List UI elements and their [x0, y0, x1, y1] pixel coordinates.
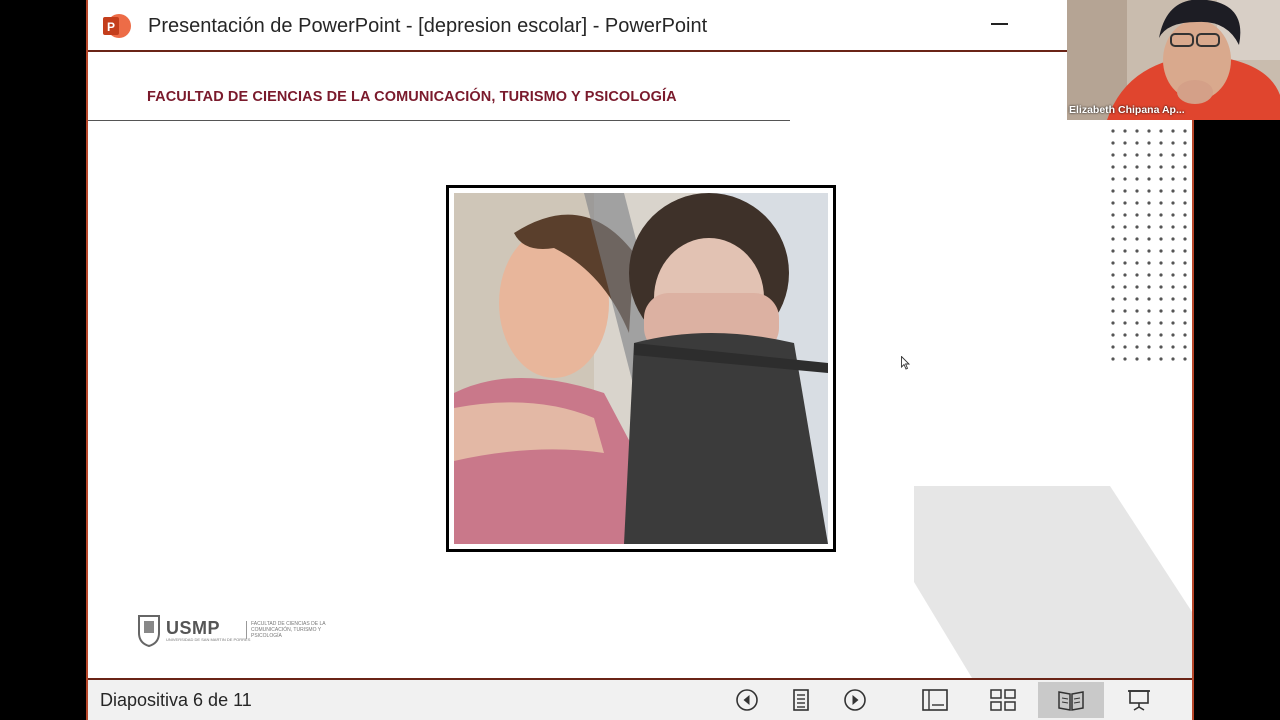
minimize-icon — [991, 23, 1008, 25]
usmp-logo-subtitle: UNIVERSIDAD DE SAN MARTIN DE PORRES — [166, 637, 251, 642]
next-icon — [844, 689, 866, 711]
svg-text:P: P — [107, 20, 115, 34]
grey-shape-decoration — [914, 486, 1192, 678]
participant-name: Elizabeth Chipana Ap... — [1069, 104, 1185, 116]
participant-video-tile[interactable]: Elizabeth Chipana Ap... — [1067, 0, 1280, 120]
slideshow-icon — [1128, 690, 1150, 711]
reading-view-icon — [1058, 691, 1084, 711]
powerpoint-window: P Presentación de PowerPoint - [depresio… — [86, 0, 1194, 720]
slide-sorter-icon — [990, 689, 1016, 711]
usmp-crest-icon — [138, 615, 160, 647]
screen: P Presentación de PowerPoint - [depresio… — [0, 0, 1280, 720]
status-bar: Diapositiva 6 de 11 — [88, 678, 1192, 720]
normal-view-icon — [922, 689, 948, 711]
slide-counter: Diapositiva 6 de 11 — [100, 690, 252, 710]
previous-icon — [736, 689, 758, 711]
usmp-logo: USMP UNIVERSIDAD DE SAN MARTIN DE PORRES… — [136, 613, 336, 649]
slide-canvas: FACULTAD DE CIENCIAS DE LA COMUNICACIÓN,… — [88, 54, 1192, 678]
title-bar: P Presentación de PowerPoint - [depresio… — [88, 0, 1192, 52]
slide-heading: FACULTAD DE CIENCIAS DE LA COMUNICACIÓN,… — [147, 89, 677, 105]
slideshow-button[interactable] — [1124, 686, 1154, 714]
usmp-logo-faculty: FACULTAD DE CIENCIAS DE LA COMUNICACIÓN,… — [246, 621, 336, 639]
slide-photo-frame — [446, 185, 836, 552]
normal-view-button[interactable] — [920, 686, 950, 714]
slide-menu-button[interactable] — [786, 686, 816, 714]
slide-sorter-button[interactable] — [988, 686, 1018, 714]
heading-divider — [88, 120, 790, 121]
mouse-cursor-icon — [901, 356, 911, 370]
dot-pattern-decoration — [1111, 129, 1187, 361]
minimize-button[interactable] — [988, 10, 1012, 36]
slide-menu-icon — [793, 689, 809, 711]
window-title: Presentación de PowerPoint - [depresion … — [148, 15, 708, 37]
slide-photo — [454, 193, 828, 544]
participant-video — [1067, 0, 1280, 120]
usmp-logo-name: USMP — [166, 618, 221, 638]
previous-slide-button[interactable] — [732, 686, 762, 714]
reading-view-button[interactable] — [1038, 682, 1104, 718]
next-slide-button[interactable] — [840, 686, 870, 714]
powerpoint-icon: P — [103, 14, 131, 38]
